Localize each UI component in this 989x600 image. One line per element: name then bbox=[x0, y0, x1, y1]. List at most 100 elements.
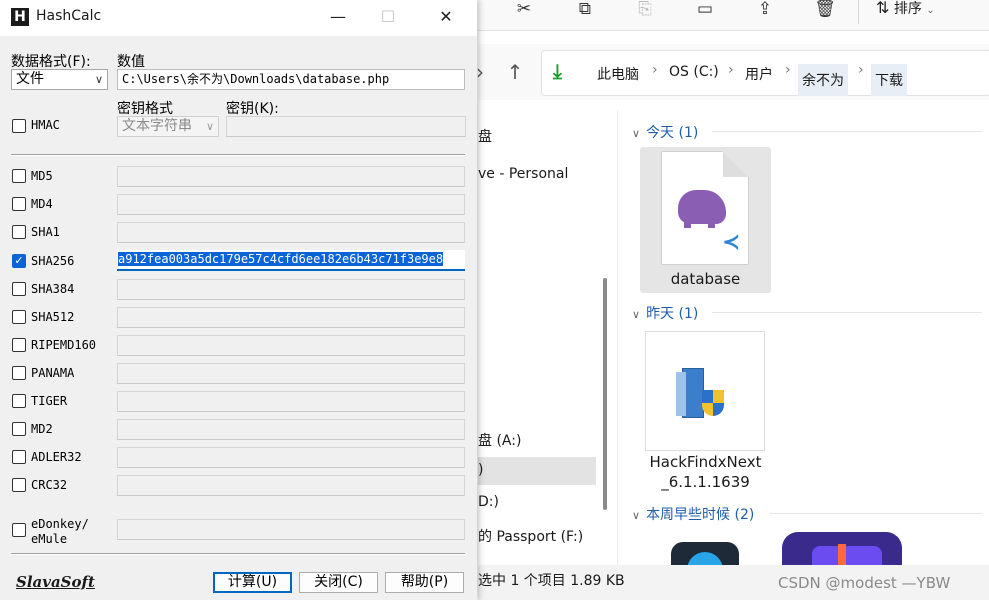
md5-label: MD5 bbox=[31, 169, 53, 183]
separator bbox=[11, 553, 465, 555]
data-format-select[interactable]: 文件 ∨ bbox=[11, 69, 108, 90]
separator bbox=[11, 154, 465, 156]
md4-label: MD4 bbox=[31, 197, 53, 211]
nav-item-onedrive[interactable]: ve - Personal bbox=[478, 166, 568, 182]
chevron-down-icon: ∨ bbox=[632, 127, 641, 140]
breadcrumb-users[interactable]: 用户 bbox=[745, 64, 773, 84]
crc32-checkbox[interactable] bbox=[12, 478, 26, 492]
delete-icon[interactable]: 🗑 bbox=[812, 0, 838, 22]
minimize-button[interactable]: — bbox=[312, 0, 364, 36]
md2-label: MD2 bbox=[31, 422, 53, 436]
edonkey-label-line-2: eMule bbox=[31, 532, 68, 546]
vscode-icon: ≺ bbox=[722, 230, 741, 255]
panama-output bbox=[117, 363, 465, 384]
ripemd160-checkbox[interactable] bbox=[12, 338, 26, 352]
data-label: 数值 bbox=[117, 54, 145, 70]
md2-checkbox[interactable] bbox=[12, 422, 26, 436]
nav-item-drive-c[interactable]: ) bbox=[478, 462, 483, 478]
breadcrumb-os-c[interactable]: OS (C:) bbox=[669, 64, 719, 80]
close-dialog-button[interactable]: 关闭(C) bbox=[299, 572, 378, 593]
hmac-checkbox[interactable] bbox=[12, 119, 26, 133]
key-format-label: 密钥格式 bbox=[117, 101, 173, 117]
sha512-label: SHA512 bbox=[31, 310, 75, 324]
sha256-checkbox[interactable]: ✓ bbox=[12, 254, 26, 268]
group-header-today[interactable]: ∨ 今天 (1) bbox=[632, 122, 698, 142]
sort-button[interactable]: ⇅ 排序 ⌄ bbox=[876, 0, 935, 20]
nav-item-drive[interactable]: 盘 bbox=[478, 126, 492, 146]
breadcrumb-separator: › bbox=[858, 62, 864, 78]
breadcrumb-user[interactable]: 余不为 bbox=[798, 64, 848, 96]
adler32-checkbox[interactable] bbox=[12, 450, 26, 464]
share-icon[interactable]: ⇪ bbox=[752, 0, 778, 22]
data-format-label: 数据格式(F): bbox=[11, 54, 91, 70]
sha256-output[interactable]: a912fea003a5dc179e57c4cfd6ee182e6b43c71f… bbox=[117, 250, 465, 271]
help-button[interactable]: 帮助(P) bbox=[385, 572, 464, 593]
chevron-down-icon: ∨ bbox=[632, 509, 641, 522]
group-divider bbox=[770, 513, 982, 514]
chevron-down-icon: ∨ bbox=[632, 308, 641, 321]
data-input[interactable]: C:\Users\余不为\Downloads\database.php bbox=[117, 69, 465, 90]
nav-selection-highlight bbox=[478, 457, 596, 485]
cut-icon[interactable]: ✂ bbox=[511, 0, 537, 22]
md5-checkbox[interactable] bbox=[12, 169, 26, 183]
hashcalc-window: H HashCalc — ☐ ✕ 数据格式(F): 数值 文件 ∨ C:\Use… bbox=[0, 0, 477, 600]
group-header-yesterday[interactable]: ∨ 昨天 (1) bbox=[632, 303, 698, 323]
edonkey-label-line-1: eDonkey/ bbox=[31, 517, 89, 531]
up-arrow-icon[interactable]: ↑ bbox=[501, 58, 529, 86]
calculate-button[interactable]: 计算(U) bbox=[213, 572, 292, 593]
nav-scrollbar[interactable] bbox=[603, 278, 607, 510]
pane-divider bbox=[617, 110, 618, 565]
panama-label: PANAMA bbox=[31, 366, 75, 380]
sha1-output bbox=[117, 222, 465, 243]
breadcrumb-downloads[interactable]: 下载 bbox=[871, 64, 907, 96]
title-bar[interactable]: H HashCalc — ☐ ✕ bbox=[0, 0, 477, 36]
nav-item-passport-f[interactable]: 的 Passport (F:) bbox=[478, 526, 583, 546]
ripemd160-label: RIPEMD160 bbox=[31, 338, 97, 352]
group-header-earlier-this-week[interactable]: ∨ 本周早些时候 (2) bbox=[632, 504, 754, 524]
paste-icon: ⎘ bbox=[638, 0, 652, 19]
chevron-down-icon: ⌄ bbox=[926, 5, 935, 16]
slavasoft-logo[interactable]: SlavaSoft bbox=[16, 573, 95, 591]
sha384-checkbox[interactable] bbox=[12, 282, 26, 296]
breadcrumb-separator: › bbox=[728, 62, 734, 78]
md4-checkbox[interactable] bbox=[12, 197, 26, 211]
md4-output bbox=[117, 194, 465, 215]
sha256-hash-text: a912fea003a5dc179e57c4cfd6ee182e6b43c71f… bbox=[118, 252, 444, 266]
group-divider bbox=[712, 312, 982, 313]
breadcrumb-separator: › bbox=[785, 62, 791, 78]
nav-item-drive-d[interactable]: D:) bbox=[478, 494, 499, 510]
key-label: 密钥(K): bbox=[226, 101, 279, 117]
nav-item-drive-a[interactable]: 盘 (A:) bbox=[478, 430, 521, 450]
group-label: 今天 (1) bbox=[646, 125, 699, 141]
chevron-down-icon: ∨ bbox=[205, 120, 214, 133]
sha384-label: SHA384 bbox=[31, 282, 75, 296]
crc32-label: CRC32 bbox=[31, 478, 68, 492]
edonkey-output bbox=[117, 519, 465, 540]
copy-icon[interactable]: ⧉ bbox=[572, 0, 598, 22]
window-title: HashCalc bbox=[36, 8, 102, 24]
breadcrumb-separator: › bbox=[652, 62, 658, 78]
ripemd160-output bbox=[117, 335, 465, 356]
key-input bbox=[226, 116, 466, 137]
breadcrumb-this-pc[interactable]: 此电脑 bbox=[597, 64, 639, 84]
tiger-checkbox[interactable] bbox=[12, 394, 26, 408]
data-format-value: 文件 bbox=[16, 71, 44, 87]
rename-icon[interactable]: ▭ bbox=[692, 0, 718, 22]
sort-label: 排序 bbox=[893, 1, 922, 17]
sha512-checkbox[interactable] bbox=[12, 310, 26, 324]
tiger-label: TIGER bbox=[31, 394, 68, 408]
installer-thumbnail bbox=[645, 331, 765, 451]
md5-output bbox=[117, 166, 465, 187]
panama-checkbox[interactable] bbox=[12, 366, 26, 380]
file-item-hackfindxnext[interactable]: HackFindxNext _6.1.1.1639 bbox=[640, 330, 771, 491]
sha384-output bbox=[117, 279, 465, 300]
sha1-checkbox[interactable] bbox=[12, 225, 26, 239]
adler32-output bbox=[117, 447, 465, 468]
edonkey-checkbox[interactable] bbox=[12, 523, 26, 537]
sha256-label: SHA256 bbox=[31, 254, 75, 268]
close-button[interactable]: ✕ bbox=[420, 0, 472, 36]
watermark: CSDN @modest —YBW bbox=[778, 574, 951, 592]
file-name-line-2: _6.1.1.1639 bbox=[661, 473, 750, 491]
group-label: 昨天 (1) bbox=[646, 306, 699, 322]
file-item-database[interactable]: ≺ database bbox=[640, 147, 771, 293]
